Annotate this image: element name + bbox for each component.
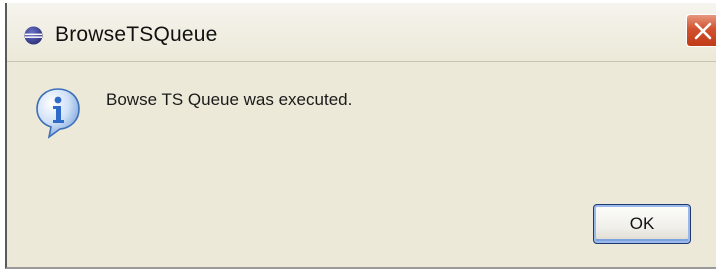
info-icon: [35, 87, 81, 139]
title-bar[interactable]: BrowseTSQueue: [7, 3, 716, 62]
ok-button[interactable]: OK: [593, 204, 691, 244]
window-title: BrowseTSQueue: [55, 23, 218, 46]
eclipse-icon: [24, 26, 43, 45]
message-dialog: BrowseTSQueue Bowse TS Queue was execute…: [5, 3, 716, 269]
close-button[interactable]: [686, 14, 716, 47]
dialog-message: Bowse TS Queue was executed.: [106, 90, 353, 109]
